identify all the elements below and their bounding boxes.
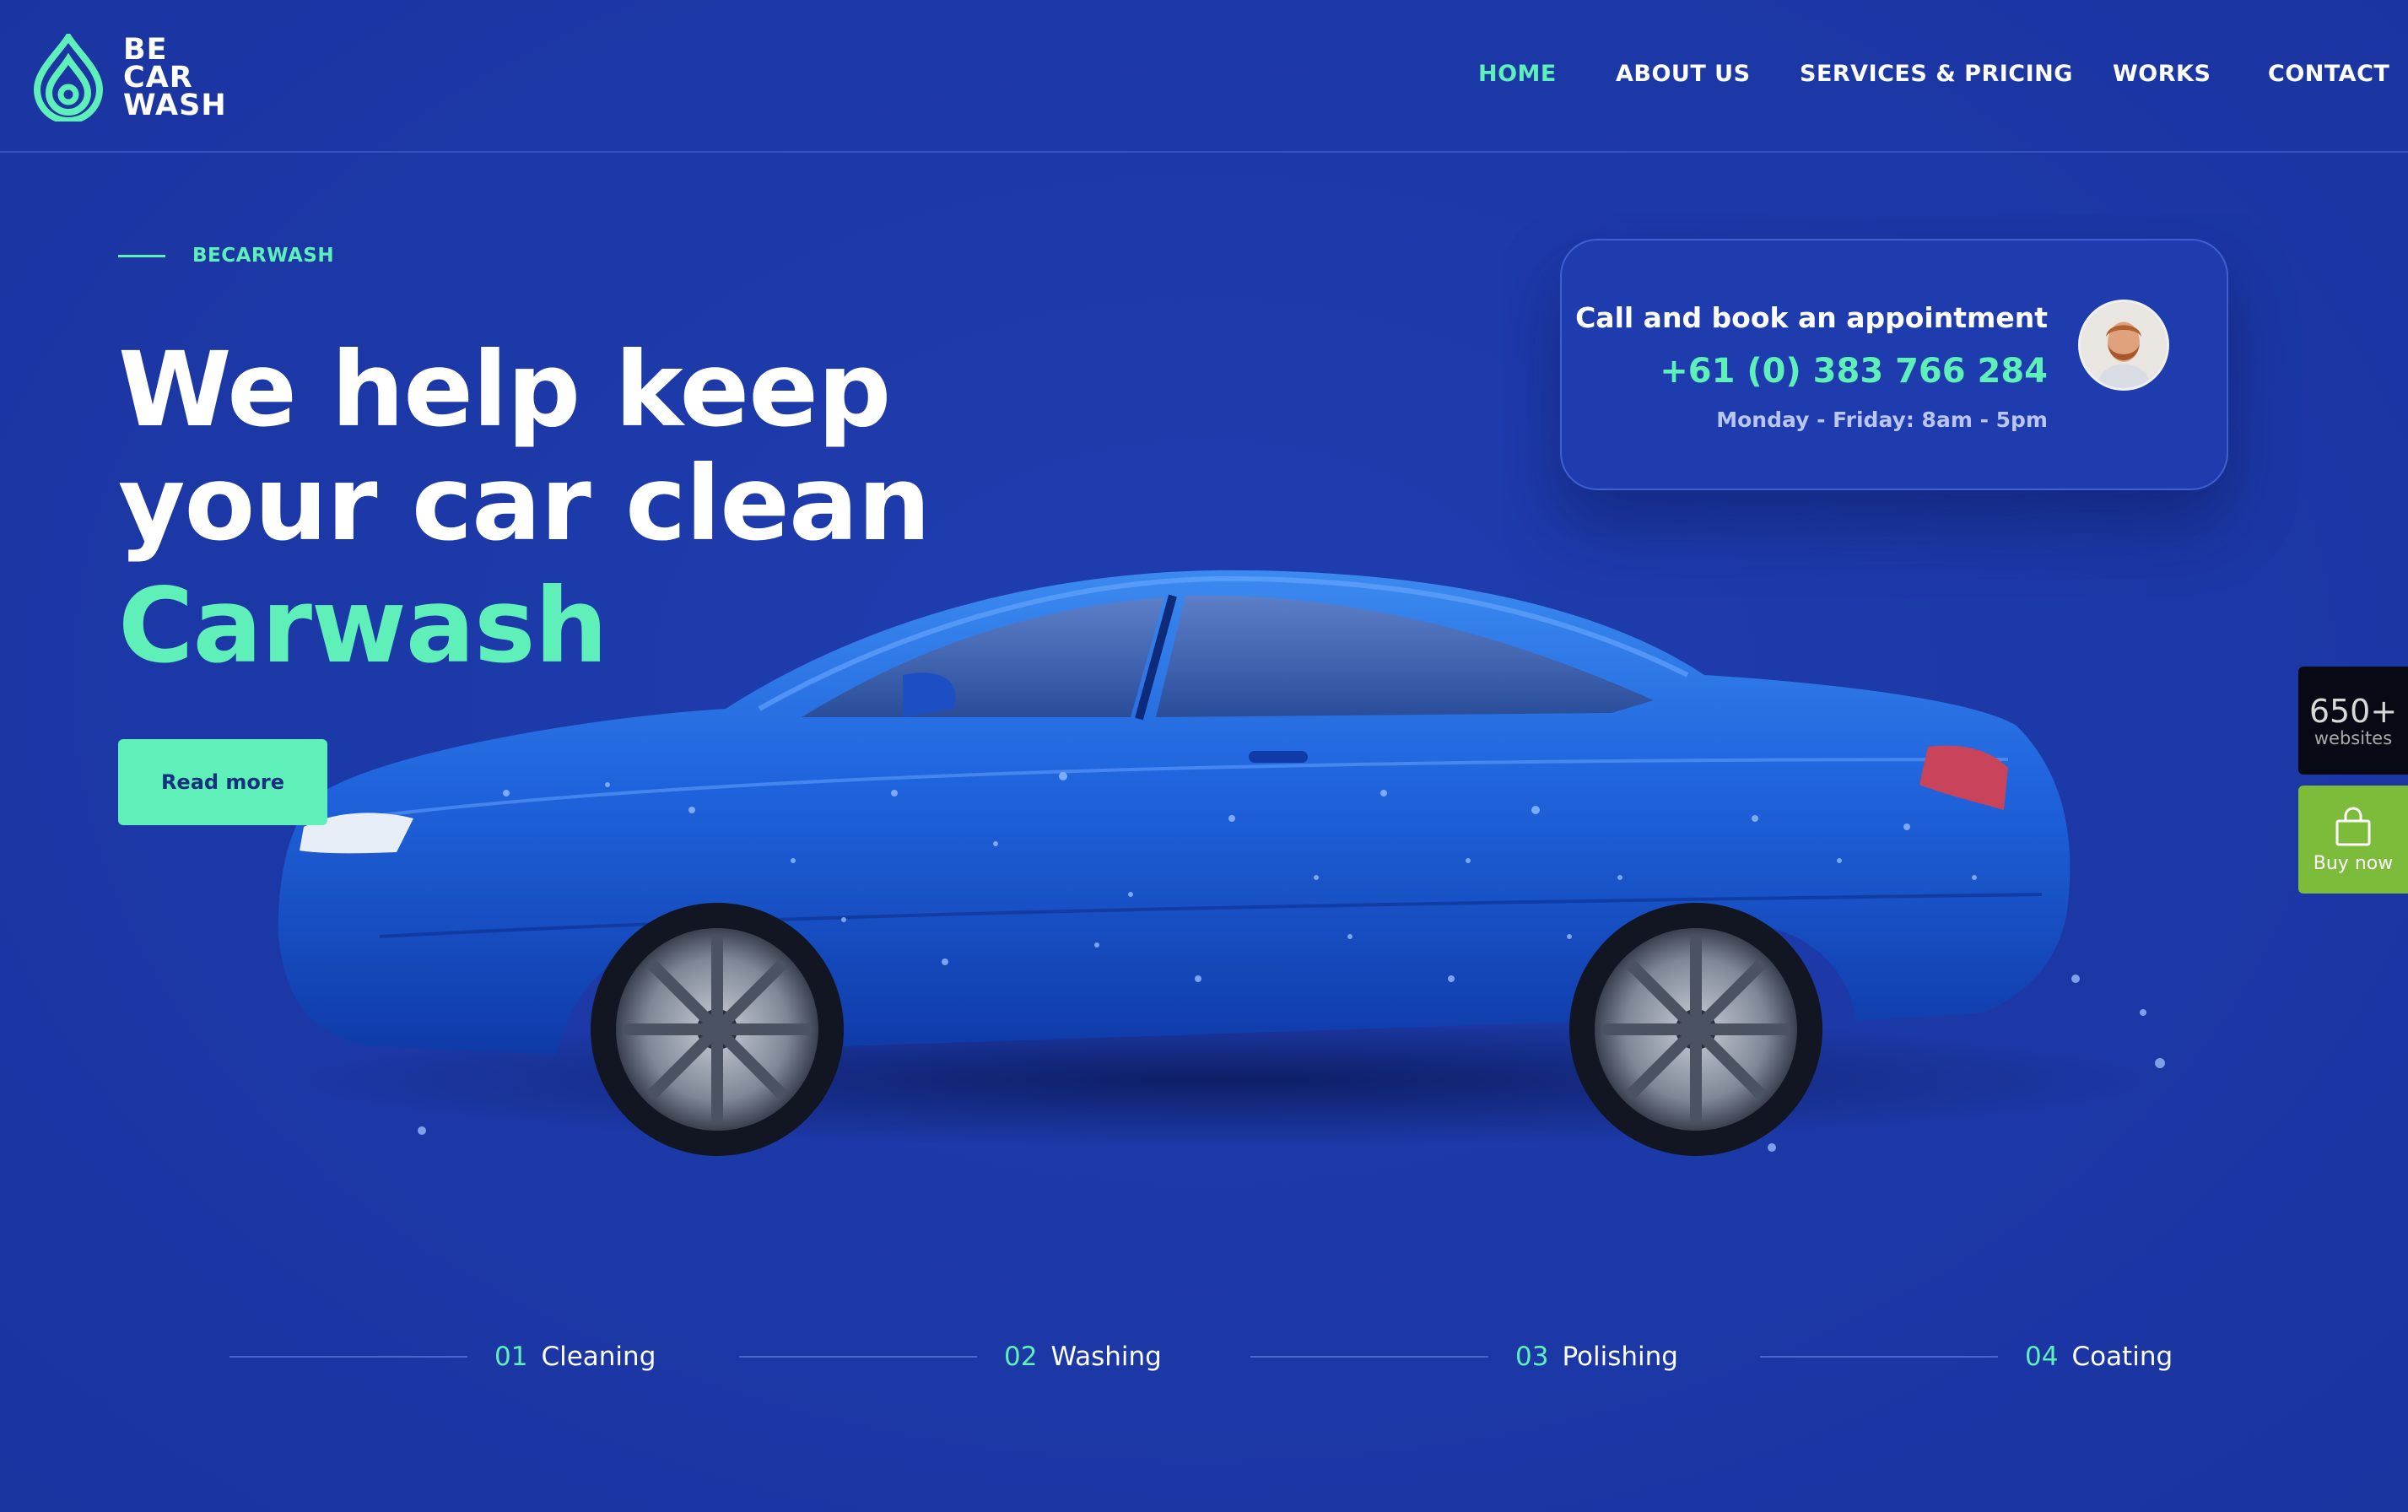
websites-widget[interactable]: 650+ websites <box>2298 667 2408 775</box>
main-nav: HOME ABOUT US SERVICES & PRICING WORKS C… <box>0 61 2408 94</box>
appointment-phone[interactable]: +61 (0) 383 766 284 <box>1660 352 2048 391</box>
headline-line-2: your car clean <box>118 444 931 564</box>
buy-now-widget[interactable]: Buy now <box>2298 786 2408 894</box>
step-divider <box>1760 1356 1998 1358</box>
websites-count: 650+ <box>2308 693 2398 730</box>
step-polishing[interactable]: 03 Polishing <box>1250 1342 1678 1372</box>
headline-line-1: We help keep <box>118 330 891 450</box>
step-divider <box>739 1356 977 1358</box>
eyebrow-line <box>118 254 165 257</box>
step-coating[interactable]: 04 Coating <box>1760 1342 2173 1372</box>
step-label: Coating <box>2071 1342 2173 1372</box>
step-washing[interactable]: 02 Washing <box>739 1342 1162 1372</box>
step-number: 02 <box>1004 1342 1038 1372</box>
hero-headline: We help keep your car clean Carwash <box>118 330 931 686</box>
headline-accent: Carwash <box>118 566 608 686</box>
appointment-title: Call and book an appointment <box>1575 301 2048 334</box>
step-label: Polishing <box>1562 1342 1678 1372</box>
avatar <box>2078 300 2169 391</box>
read-more-button[interactable]: Read more <box>118 739 327 825</box>
service-steps: 01 Cleaning 02 Washing 03 Polishing 04 C… <box>0 1342 2408 1375</box>
appointment-card: Call and book an appointment +61 (0) 383… <box>1560 239 2228 490</box>
websites-label: websites <box>2314 728 2393 748</box>
page: BE CAR WASH HOME ABOUT US SERVICES & PRI… <box>0 0 2408 1512</box>
nav-home[interactable]: HOME <box>1478 61 1557 87</box>
step-number: 04 <box>2025 1342 2059 1372</box>
shopping-bag-icon <box>2335 807 2371 845</box>
logo-line-1: BE <box>123 32 168 67</box>
nav-works[interactable]: WORKS <box>2113 61 2211 87</box>
nav-about-us[interactable]: ABOUT US <box>1616 61 1751 87</box>
logo-line-3: WASH <box>123 88 227 122</box>
buy-now-label: Buy now <box>2313 852 2394 874</box>
step-divider <box>229 1356 467 1358</box>
site-header: BE CAR WASH HOME ABOUT US SERVICES & PRI… <box>0 0 2408 153</box>
step-cleaning[interactable]: 01 Cleaning <box>229 1342 656 1372</box>
nav-services-pricing[interactable]: SERVICES & PRICING <box>1800 61 2073 87</box>
eyebrow-text: BECARWASH <box>192 245 335 267</box>
hero-eyebrow: BECARWASH <box>118 245 334 267</box>
appointment-hours: Monday - Friday: 8am - 5pm <box>1716 408 2048 432</box>
step-number: 01 <box>494 1342 528 1372</box>
nav-contact[interactable]: CONTACT <box>2268 61 2389 87</box>
step-label: Washing <box>1050 1342 1162 1372</box>
step-number: 03 <box>1515 1342 1549 1372</box>
step-divider <box>1250 1356 1488 1358</box>
step-label: Cleaning <box>541 1342 656 1372</box>
